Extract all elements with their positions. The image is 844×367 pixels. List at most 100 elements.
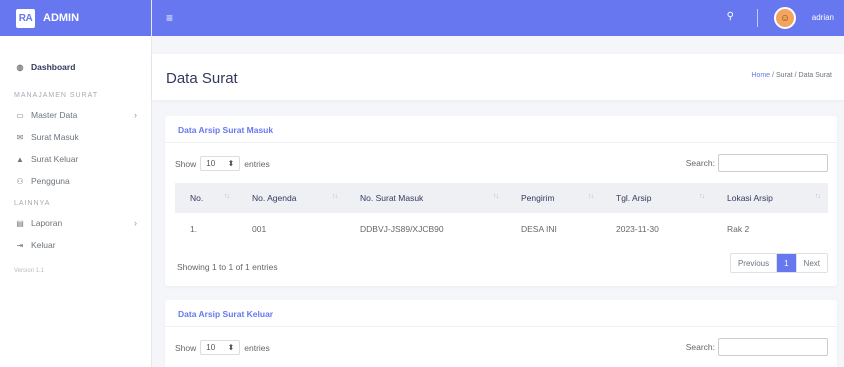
- dashboard-icon: ◍: [16, 62, 24, 72]
- sort-icon: ↑↓: [815, 193, 821, 200]
- sidebar-item-label: Keluar: [31, 240, 56, 250]
- cell-tgl-arsip: 2023-11-30: [616, 224, 659, 234]
- sidebar-item-laporan[interactable]: ▤ Laporan ›: [0, 212, 151, 234]
- card-divider: [165, 326, 837, 327]
- pagination: Previous 1 Next: [729, 253, 828, 273]
- select-arrows-icon: ⬍: [227, 343, 235, 352]
- user-name[interactable]: adrian: [812, 13, 834, 22]
- column-label: Tgl. Arsip: [616, 193, 652, 203]
- column-label: No. Surat Masuk: [360, 193, 424, 203]
- avatar[interactable]: ☺: [774, 7, 796, 29]
- table-search: Search:: [686, 154, 828, 172]
- search-input[interactable]: [718, 338, 828, 356]
- brand-logo: RA: [16, 8, 35, 28]
- sidebar-item-master-data[interactable]: ▭ Master Data ›: [0, 104, 151, 126]
- show-label: Show: [175, 158, 197, 169]
- breadcrumb-sep: /: [772, 72, 774, 79]
- sidebar-item-dashboard[interactable]: ◍ Dashboard: [0, 56, 151, 78]
- entries-label: entries: [244, 342, 270, 353]
- sidebar-item-label: Master Data: [31, 110, 78, 120]
- breadcrumb-home[interactable]: Home: [751, 72, 770, 79]
- search-label: Search:: [685, 342, 715, 352]
- chevron-right-icon: ›: [134, 218, 137, 228]
- sort-icon: ↑↓: [493, 193, 499, 200]
- brand-name: ADMIN: [43, 12, 80, 24]
- entries-value: 10: [206, 159, 216, 168]
- logout-icon: ⇥: [16, 240, 24, 250]
- search-icon[interactable]: ⚲: [727, 11, 734, 22]
- cell-pengirim: DESA INI: [521, 224, 557, 234]
- search-input[interactable]: [718, 154, 828, 172]
- entries-value: 10: [206, 343, 216, 352]
- users-icon: ⚇: [16, 176, 24, 186]
- entries-select[interactable]: 10 ⬍: [200, 340, 241, 355]
- entries-select[interactable]: 10 ⬍: [200, 156, 241, 171]
- table-search: Search:: [686, 338, 828, 356]
- sidebar: RA ADMIN ◍ Dashboard MANAJAMEN SURAT ▭ M…: [0, 0, 152, 367]
- table-header-row: No. ↑↓ No. Agenda ↑↓ No. Surat Masuk ↑↓ Pen…: [175, 183, 828, 213]
- sort-icon: ↑↓: [224, 193, 230, 200]
- table-info: Showing 1 to 1 of 1 entries: [177, 262, 278, 272]
- sidebar-item-label: Surat Masuk: [31, 132, 79, 142]
- column-header-pengirim[interactable]: Pengirim ↑↓: [506, 183, 601, 213]
- column-header-no-surat-masuk[interactable]: No. Surat Masuk ↑↓: [345, 183, 506, 213]
- menu-header-manajamen: MANAJAMEN SURAT: [14, 91, 99, 99]
- column-header-tgl-arsip[interactable]: Tgl. Arsip ↑↓: [601, 183, 712, 213]
- outbox-icon: ▲: [16, 154, 24, 164]
- entries-length: Show 10 ⬍ entries: [175, 340, 270, 355]
- sidebar-item-pengguna[interactable]: ⚇ Pengguna: [0, 170, 151, 192]
- card-divider: [165, 142, 837, 143]
- entries-length: Show 10 ⬍ entries: [175, 156, 270, 171]
- sort-icon: ↑↓: [332, 193, 338, 200]
- sidebar-item-keluar[interactable]: ⇥ Keluar: [0, 234, 151, 256]
- chevron-right-icon: ›: [134, 110, 137, 120]
- breadcrumb-surat: Surat: [775, 72, 793, 79]
- pagination-previous[interactable]: Previous: [731, 254, 778, 272]
- column-header-no[interactable]: No. ↑↓: [175, 183, 237, 213]
- topbar: ≡ ⚲ ☺ adrian: [152, 0, 844, 36]
- select-arrows-icon: ⬍: [227, 159, 235, 168]
- cell-no-surat: DDBVJ-JS89/XJCB90: [360, 224, 444, 234]
- sort-icon: ↑↓: [699, 193, 705, 200]
- sidebar-item-label: Pengguna: [31, 176, 70, 186]
- brand[interactable]: RA ADMIN: [0, 0, 151, 36]
- table-row: 1. 001 DDBVJ-JS89/XJCB90 DESA INI 2023-1…: [175, 213, 828, 245]
- pagination-page-1[interactable]: 1: [777, 254, 796, 272]
- card-title: Data Arsip Surat Keluar: [178, 309, 274, 319]
- data-table: No. ↑↓ No. Agenda ↑↓ No. Surat Masuk ↑↓ Pen…: [175, 183, 828, 245]
- sidebar-item-label: Laporan: [31, 218, 63, 228]
- sort-icon: ↑↓: [588, 193, 594, 200]
- column-header-lokasi-arsip[interactable]: Lokasi Arsip ↑↓: [712, 183, 828, 213]
- cell-no-agenda: 001: [252, 224, 267, 234]
- sidebar-item-surat-masuk[interactable]: ✉ Surat Masuk: [0, 126, 151, 148]
- topbar-divider: [757, 9, 758, 27]
- cell-lokasi-arsip: Rak 2: [727, 224, 750, 234]
- column-label: Lokasi Arsip: [727, 193, 773, 203]
- entries-label: entries: [244, 158, 270, 169]
- column-header-no-agenda[interactable]: No. Agenda ↑↓: [237, 183, 345, 213]
- version-label: Version 1.1: [14, 268, 45, 274]
- breadcrumb: Home / Surat / Data Surat: [751, 72, 832, 79]
- cell-no: 1.: [190, 224, 198, 234]
- sidebar-item-label: Surat Keluar: [31, 154, 79, 164]
- envelope-icon: ✉: [16, 132, 24, 142]
- menu-toggle-icon[interactable]: ≡: [166, 11, 173, 25]
- column-label: Pengirim: [521, 193, 555, 203]
- column-label: No.: [190, 193, 204, 203]
- pagination-next[interactable]: Next: [795, 254, 827, 272]
- breadcrumb-current: Data Surat: [798, 72, 832, 79]
- breadcrumb-sep: /: [794, 72, 797, 79]
- page-header: Data Surat Home / Surat / Data Surat: [152, 54, 844, 100]
- column-label: No. Agenda: [252, 193, 297, 203]
- card-surat-keluar: Data Arsip Surat Keluar Show 10 ⬍ entrie…: [165, 300, 837, 367]
- report-icon: ▤: [16, 218, 24, 228]
- page-title: Data Surat: [166, 70, 238, 87]
- show-label: Show: [175, 342, 197, 353]
- search-label: Search:: [685, 158, 715, 168]
- sidebar-menu: ◍ Dashboard MANAJAMEN SURAT ▭ Master Dat…: [0, 36, 151, 274]
- card-surat-masuk: Data Arsip Surat Masuk Show 10 ⬍ entries…: [165, 116, 837, 286]
- folder-icon: ▭: [16, 110, 24, 120]
- sidebar-item-label: Dashboard: [31, 62, 76, 72]
- menu-header-lainnya: LAINNYA: [14, 199, 51, 207]
- sidebar-item-surat-keluar[interactable]: ▲ Surat Keluar: [0, 148, 151, 170]
